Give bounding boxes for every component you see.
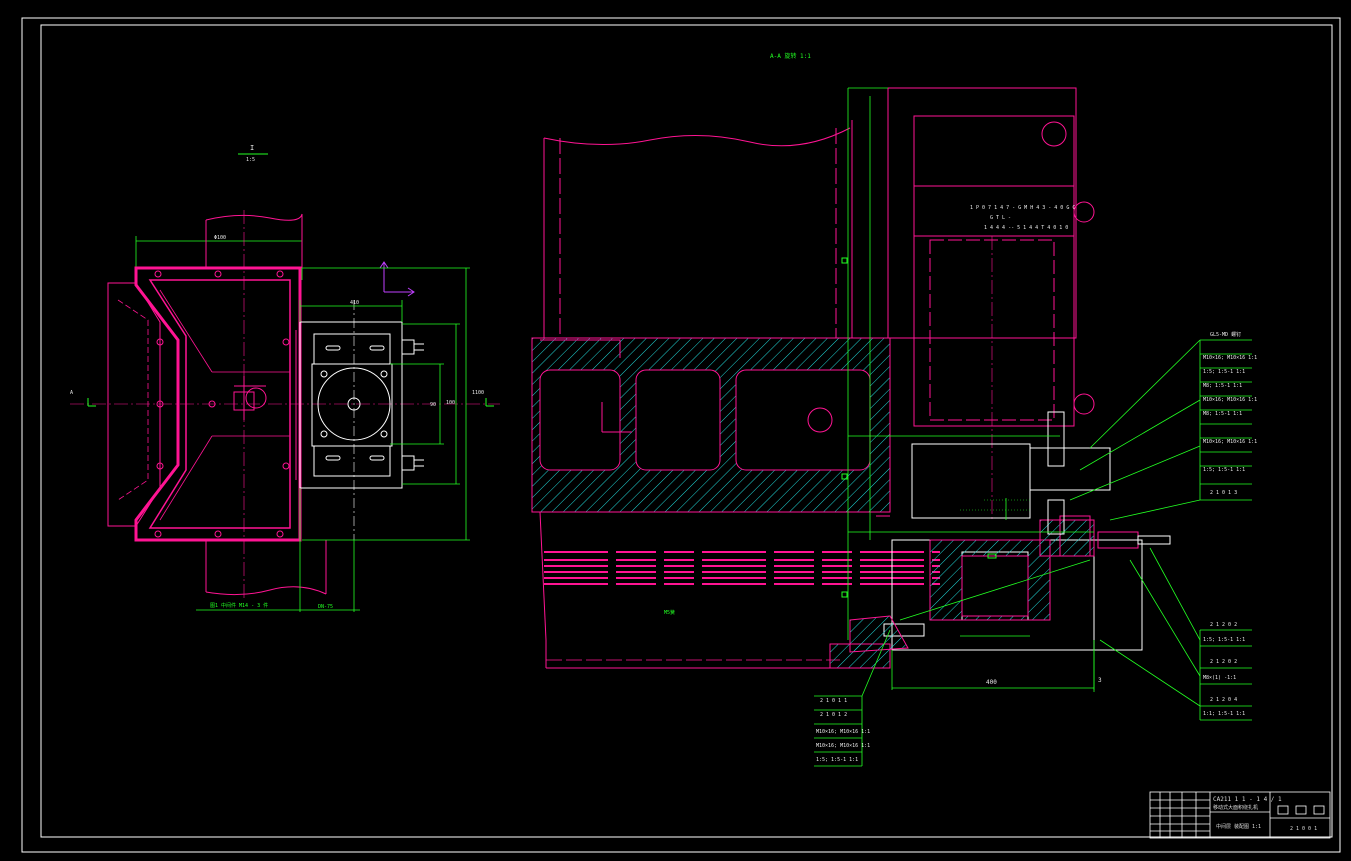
view-label: I — [250, 144, 255, 152]
callout-lb-4: 1:5; 1:5-1 1:1 — [816, 757, 859, 763]
spring-label: M5簧 — [664, 610, 676, 616]
callout-rt-2: 1:5; 1:5-1 1:1 — [1203, 369, 1246, 375]
callout-lb-2: M10×16; M10×16 1:1 — [816, 729, 871, 735]
dim-410: 410 — [350, 300, 360, 306]
dim-3: 3 — [1098, 677, 1102, 684]
note-top-2: G T L - — [990, 215, 1012, 221]
dim-90: 90 — [430, 402, 437, 408]
dim-phi-top: Φ100 — [214, 235, 227, 241]
dim-bottom-left: 图1 中间件 M14 - 3 件 — [210, 603, 269, 609]
title-subtitle: 中间层 装配图 1:1 — [1216, 824, 1262, 830]
callout-rt-1: M10×16; M10×16 1:1 — [1203, 355, 1258, 361]
section-a-a — [531, 87, 1252, 767]
callout-rb-5: 1:1; 1:5-1 1:1 — [1203, 711, 1246, 717]
title-line: 移动式大面积绕扎机 — [1213, 805, 1259, 811]
section-title: A-A 旋转 1:1 — [770, 53, 811, 60]
dim-100: 100 — [446, 400, 456, 406]
callout-rt-0: GL5-MD 螺钉 — [1210, 332, 1242, 338]
callout-rb-1: 1:5; 1:5-1 1:1 — [1203, 637, 1246, 643]
note-top-3: 1 4 4 4 -- 5 1 4 4 T 4 0 1 0 — [984, 225, 1069, 231]
callout-lb-0: 2 1 0 1 1 — [820, 698, 848, 704]
callout-lb-3: M10×16; M10×16 1:1 — [816, 743, 871, 749]
left-axis-label: A — [70, 390, 74, 396]
callout-rb-4: 2 1 2 0 4 — [1210, 697, 1238, 703]
dim-110: 1100 — [472, 390, 485, 396]
cad-drawing-canvas — [21, 17, 1341, 853]
callout-rt-7: 1:5; 1:5-1 1:1 — [1203, 467, 1246, 473]
view-i-plan — [70, 153, 500, 612]
callout-rt-4: M10×16; M10×16 1:1 — [1203, 397, 1258, 403]
callout-lb-1: 2 1 0 1 2 — [820, 712, 848, 718]
title-sheet: 2 1 0 0 1 — [1290, 826, 1318, 832]
callout-rb-2: 2 1 2 0 2 — [1210, 659, 1238, 665]
note-top-1: 1 P 0 7 1 4 7 - G M H 4 3 - 4 0 G C — [970, 205, 1076, 211]
dim-75: DN-75 — [318, 604, 334, 610]
view-scale: 1:5 — [246, 157, 256, 163]
callout-rt-3: M8; 1:5-1 1:1 — [1203, 383, 1243, 389]
callout-rt-6: M10×16; M10×16 1:1 — [1203, 439, 1258, 445]
callout-rb-0: 2 1 2 0 2 — [1210, 622, 1238, 628]
title-drawing-no: CA211 1 1 - 1 4 / 1 — [1213, 796, 1282, 803]
callout-rt-5: M8; 1:5-1 1:1 — [1203, 411, 1243, 417]
dim-400: 400 — [986, 679, 997, 686]
callout-rt-8: 2 1 0 1 3 — [1210, 490, 1238, 496]
callout-rb-3: M8×(1) -1:1 — [1203, 675, 1237, 681]
